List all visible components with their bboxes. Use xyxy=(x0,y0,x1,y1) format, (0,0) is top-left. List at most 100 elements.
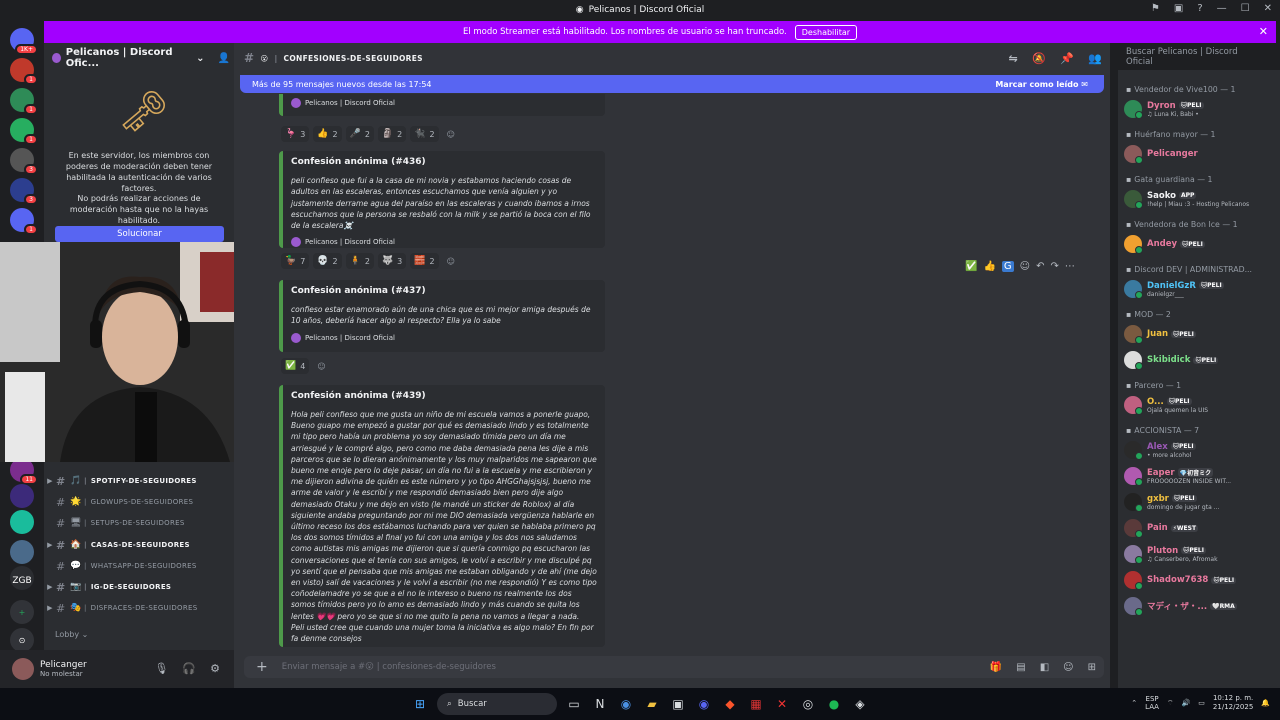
minimize-button[interactable]: — xyxy=(1217,3,1227,14)
disable-streamer-button[interactable]: Deshabilitar xyxy=(794,24,858,40)
forward-icon[interactable]: ↷ xyxy=(1050,261,1058,272)
server-icon[interactable]: 1 xyxy=(10,208,38,235)
terminal-icon[interactable]: ▣ xyxy=(667,693,689,715)
apps-icon[interactable]: ⊞ xyxy=(1088,662,1096,673)
member-item[interactable]: Eaper 💎初音ミク FROOOOOZEN INSIDE WIT... xyxy=(1124,465,1274,487)
close-window-button[interactable]: ✕ xyxy=(1264,3,1272,14)
reaction[interactable]: 🧍 2 xyxy=(345,253,374,269)
g-reaction-icon[interactable]: G xyxy=(1001,261,1014,272)
screen-share-icon[interactable]: ▣ xyxy=(1174,3,1183,14)
x-app-icon[interactable]: ✕ xyxy=(771,693,793,715)
avatar[interactable] xyxy=(12,658,34,680)
battery-icon[interactable]: ▭ xyxy=(1198,699,1205,707)
member-item[interactable]: Alex 🐱PELI • more alcohol xyxy=(1124,439,1274,461)
headphones-icon[interactable]: 🎧 xyxy=(182,662,196,675)
server-icon[interactable]: 1 xyxy=(10,58,38,85)
volume-icon[interactable]: 🔊 xyxy=(1182,699,1191,707)
windows-start-icon[interactable]: ⊞ xyxy=(409,693,431,715)
channel-item[interactable]: # 🌟 | glowups-de-seguidores xyxy=(44,493,234,511)
maximize-button[interactable]: ☐ xyxy=(1241,3,1250,14)
meter-icon[interactable]: ▦ xyxy=(745,693,767,715)
member-item[interactable]: Pain ⚡WEST xyxy=(1124,517,1274,539)
thumbs-up-icon[interactable]: 👍 xyxy=(983,261,995,272)
notification-bell-icon[interactable]: 🔕 xyxy=(1032,52,1046,65)
member-item[interactable]: Saoko APP !help | Miau :3 - Hosting Pelica… xyxy=(1124,188,1274,210)
sticker-icon[interactable]: ◧ xyxy=(1040,662,1049,673)
fix-mfa-button[interactable]: Solucionar xyxy=(55,226,224,242)
task-view-icon[interactable]: ▭ xyxy=(563,693,585,715)
reaction[interactable]: 🦆 7 xyxy=(281,253,310,269)
channel-item[interactable]: ▶ # 🎭 | disfraces-de-seguidores xyxy=(44,599,234,617)
brave-icon[interactable]: ◆ xyxy=(719,693,741,715)
wifi-icon[interactable]: ⌔ xyxy=(1167,699,1174,708)
add-reaction-icon[interactable]: ☺ xyxy=(443,126,459,142)
threads-icon[interactable]: ⇋ xyxy=(1008,52,1018,65)
reaction[interactable]: 🦩 3 xyxy=(281,126,310,142)
emoji-icon[interactable]: ☺ xyxy=(1063,662,1073,673)
category-lobby[interactable]: Lobby ⌄ xyxy=(55,630,88,639)
obs-icon[interactable]: ◎ xyxy=(797,693,819,715)
add-member-icon[interactable]: 👤 xyxy=(218,53,230,64)
notifications-icon[interactable]: 🔔 xyxy=(1261,699,1270,707)
member-item[interactable]: Pelicanger xyxy=(1124,143,1274,165)
discord-icon[interactable]: ◉ xyxy=(693,693,715,715)
member-item[interactable]: DanielGzR 🐱PELI danielgzr___ xyxy=(1124,278,1274,300)
add-attachment-icon[interactable]: + xyxy=(256,659,268,675)
member-item[interactable]: gxbr 🐱PELI domingo de jugar gta ... xyxy=(1124,491,1274,513)
add-server-icon[interactable]: + xyxy=(10,600,34,624)
member-list-icon[interactable]: 👥 xyxy=(1088,52,1102,65)
gift-icon[interactable]: 🎁 xyxy=(990,662,1002,673)
member-item[interactable]: Pluton 🐱PELI ♫ Canserbero, Afromak xyxy=(1124,543,1274,565)
clock[interactable]: 10:12 p. m. 21/12/2025 xyxy=(1213,694,1253,712)
server-icon[interactable]: 1 xyxy=(10,88,38,115)
language-indicator[interactable]: ESP LAA xyxy=(1145,695,1159,711)
server-icon[interactable] xyxy=(10,510,34,534)
reaction[interactable]: 💀 2 xyxy=(313,253,342,269)
spotify-icon[interactable]: ● xyxy=(823,693,845,715)
add-reaction-icon[interactable]: ☺ xyxy=(1020,261,1030,272)
check-reaction-icon[interactable]: ✅ xyxy=(965,261,977,272)
message-composer[interactable]: + Enviar mensaje a #😮 | confesiones-de-s… xyxy=(244,656,1104,678)
member-item[interactable]: Skibidick 🐱PELI xyxy=(1124,349,1274,371)
server-icon[interactable]: 1K+ xyxy=(10,28,38,55)
member-item[interactable]: Shadow7638 🐱PELI xyxy=(1124,569,1274,591)
add-reaction-icon[interactable]: ☺ xyxy=(443,253,459,269)
app-icon[interactable]: ◈ xyxy=(849,693,871,715)
channel-item[interactable]: ▶ # 🎵 | spotify-de-seguidores xyxy=(44,472,234,490)
reply-icon[interactable]: ↶ xyxy=(1036,261,1044,272)
pin-icon[interactable]: 📌 xyxy=(1060,52,1074,65)
reaction[interactable]: 🗿 2 xyxy=(377,126,407,142)
server-icon[interactable] xyxy=(10,540,34,564)
channel-item[interactable]: ▶ # 📷 | ig-de-seguidores xyxy=(44,578,234,596)
discover-icon[interactable]: ⊙ xyxy=(10,628,34,652)
microphone-icon[interactable]: 🎙 xyxy=(154,662,168,675)
server-icon[interactable]: 3 xyxy=(10,148,38,175)
server-icon[interactable] xyxy=(10,484,34,508)
chevron-up-icon[interactable]: ⌃ xyxy=(1131,699,1137,707)
settings-gear-icon[interactable]: ⚙ xyxy=(210,662,220,675)
search-input[interactable]: Buscar Pelicanos | Discord Oficial xyxy=(1120,47,1260,67)
member-item[interactable]: Juan 🐱PELI xyxy=(1124,323,1274,345)
reaction[interactable]: 🧱 2 xyxy=(410,253,439,269)
channel-item[interactable]: ▶ # 🏠 | casas-de-seguidores xyxy=(44,536,234,554)
member-item[interactable]: Dyron 🐱PELI ♫ Luna Ki, Babi • xyxy=(1124,98,1274,120)
reaction[interactable]: 🐺 3 xyxy=(377,253,407,269)
file-explorer-icon[interactable]: ▰ xyxy=(641,693,663,715)
reaction[interactable]: 🎤 2 xyxy=(345,126,374,142)
gif-icon[interactable]: ▤ xyxy=(1016,662,1025,673)
reaction[interactable]: 👍 2 xyxy=(313,126,342,142)
mark-as-read-button[interactable]: Marcar como leído ✉ xyxy=(995,80,1088,89)
server-icon[interactable]: 1 xyxy=(10,118,38,145)
reaction[interactable]: 🐈‍⬛ 2 xyxy=(410,126,439,142)
taskbar-search[interactable]: ⌕ Buscar xyxy=(437,693,557,715)
reaction[interactable]: ✅ 4 xyxy=(281,358,310,374)
server-icon[interactable]: 3 xyxy=(10,178,38,205)
notion-icon[interactable]: N xyxy=(589,693,611,715)
server-header[interactable]: Pelicanos | Discord Ofic... ⌄ 👤 xyxy=(52,47,230,69)
server-icon-zgb[interactable]: ZGB xyxy=(10,569,34,593)
member-item[interactable]: マディ・ザ・... 🤍RMA xyxy=(1124,595,1274,617)
channel-item[interactable]: # 🖥 | setups-de-seguidores xyxy=(44,514,234,532)
channel-item[interactable]: # 💬 | whatsapp-de-seguidores xyxy=(44,557,234,575)
new-messages-bar[interactable]: Más de 95 mensajes nuevos desde las 17:5… xyxy=(240,75,1104,93)
member-item[interactable]: O... 🐱PELI Ojalá quemen la UIS xyxy=(1124,394,1274,416)
